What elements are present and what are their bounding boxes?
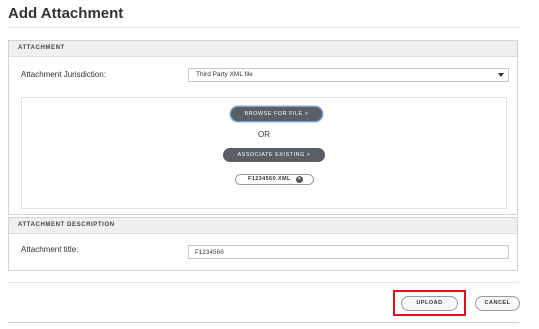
bottom-divider bbox=[8, 322, 519, 323]
jurisdiction-select[interactable]: Third Party XML file bbox=[188, 68, 509, 82]
selected-file-name: F1234560.XML bbox=[248, 176, 291, 182]
jurisdiction-label: Attachment Jurisdiction: bbox=[21, 70, 106, 79]
dialog-title: Add Attachment bbox=[8, 5, 124, 22]
attachment-title-label: Attachment title: bbox=[21, 245, 79, 254]
associate-existing-button[interactable]: ASSOCIATE EXISTING > bbox=[223, 148, 325, 162]
description-panel-header: ATTACHMENT DESCRIPTION bbox=[9, 218, 517, 234]
close-circle-icon[interactable]: × bbox=[296, 176, 303, 183]
title-divider bbox=[8, 27, 519, 28]
or-separator: OR bbox=[258, 130, 270, 139]
jurisdiction-selected-value: Third Party XML file bbox=[196, 71, 253, 78]
attachment-panel: ATTACHMENT Attachment Jurisdiction: Thir… bbox=[8, 40, 518, 215]
attachment-title-input[interactable] bbox=[188, 245, 509, 259]
chevron-down-icon bbox=[498, 73, 504, 77]
attachment-panel-header: ATTACHMENT bbox=[9, 41, 517, 57]
footer-divider bbox=[8, 282, 519, 283]
browse-for-file-button[interactable]: BROWSE FOR FILE > bbox=[231, 107, 322, 121]
selected-file-chip: F1234560.XML × bbox=[235, 174, 314, 185]
cancel-button[interactable]: CANCEL bbox=[475, 296, 520, 311]
file-source-box: BROWSE FOR FILE > OR ASSOCIATE EXISTING … bbox=[21, 97, 507, 209]
upload-button[interactable]: UPLOAD bbox=[401, 296, 458, 311]
description-panel: ATTACHMENT DESCRIPTION Attachment title: bbox=[8, 217, 518, 271]
